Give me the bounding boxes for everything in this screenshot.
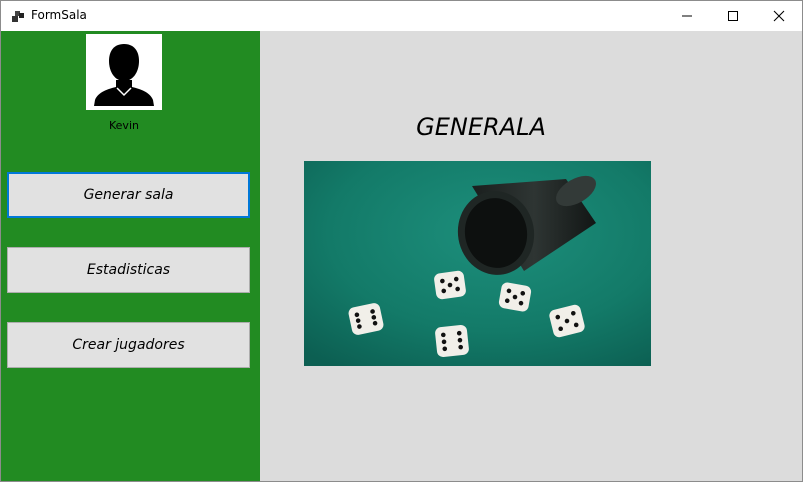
avatar: [86, 34, 162, 110]
minimize-icon: [681, 7, 693, 26]
close-icon: [773, 7, 785, 26]
window-title: FormSala: [31, 8, 87, 22]
generar-sala-button[interactable]: Generar sala: [7, 172, 250, 218]
maximize-icon: [727, 7, 739, 26]
crear-jugadores-button[interactable]: Crear jugadores: [7, 322, 250, 368]
person-silhouette-icon: [86, 44, 162, 114]
close-button[interactable]: [756, 1, 802, 31]
windows-form-icon: [11, 9, 25, 23]
sidebar-panel: Kevin Generar sala Estadisticas Crear ju…: [1, 31, 260, 481]
page-title: GENERALA: [416, 113, 546, 141]
dice-cup-image: [304, 161, 651, 366]
maximize-button[interactable]: [710, 1, 756, 31]
user-name-label: Kevin: [109, 119, 139, 132]
app-window: FormSala Kevin Generar sala Estadisticas…: [0, 0, 803, 482]
title-bar[interactable]: FormSala: [1, 1, 802, 31]
estadisticas-button[interactable]: Estadisticas: [7, 247, 250, 293]
minimize-button[interactable]: [664, 1, 710, 31]
